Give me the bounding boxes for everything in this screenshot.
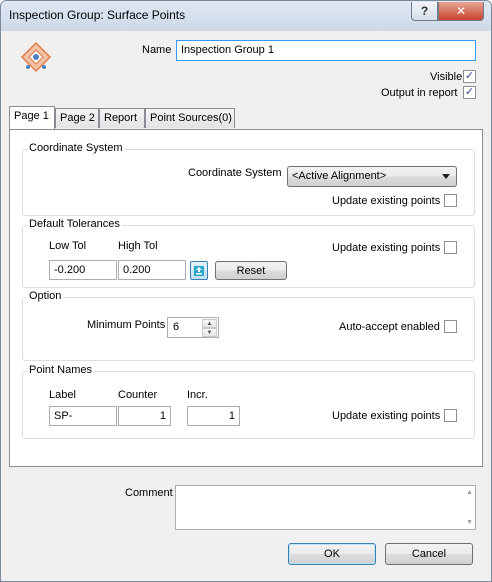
spin-down-button[interactable]: ▼ <box>202 328 217 337</box>
chevron-down-icon: ▼ <box>206 329 213 336</box>
output-in-report-label: Output in report <box>381 87 458 99</box>
option-group: Option Minimum Points 6 ▲ ▼ Auto-accept … <box>22 290 475 361</box>
high-tol-field[interactable]: 0.200 <box>118 260 186 280</box>
coordinate-system-group-title: Coordinate System <box>27 142 125 154</box>
low-tol-field[interactable]: -0.200 <box>49 260 117 280</box>
reset-button[interactable]: Reset <box>215 261 287 280</box>
pn-update-existing-checkbox[interactable] <box>444 409 457 422</box>
tab-page-1[interactable]: Page 1 <box>9 106 55 129</box>
comment-field[interactable]: ▲ ▼ <box>175 485 476 530</box>
comment-label: Comment <box>125 487 173 499</box>
close-icon: ✕ <box>455 4 467 18</box>
tab-label: Page 2 <box>60 112 95 124</box>
scroll-up-icon[interactable]: ▲ <box>466 489 473 496</box>
label-prefix-field[interactable]: SP- <box>49 406 117 426</box>
checkmark-icon: ✓ <box>464 86 475 98</box>
tolerance-swap-button[interactable] <box>190 261 208 280</box>
dialog-client: Name Inspection Group 1 Visible ✓ Output… <box>8 31 485 576</box>
auto-accept-label: Auto-accept enabled <box>339 321 440 333</box>
coordinate-system-label: Coordinate System <box>188 167 282 179</box>
minimum-points-label: Minimum Points <box>87 319 166 331</box>
ok-label: OK <box>324 548 340 560</box>
tab-label: Page 1 <box>14 110 49 122</box>
visible-checkbox[interactable]: ✓ <box>463 70 476 83</box>
default-tolerances-group: Default Tolerances Low Tol High Tol -0.2… <box>22 218 475 288</box>
minimum-points-value: 6 <box>173 321 180 333</box>
output-in-report-checkbox[interactable]: ✓ <box>463 86 476 99</box>
point-names-group-title: Point Names <box>27 364 94 376</box>
cancel-label: Cancel <box>411 548 447 560</box>
tab-page-2[interactable]: Page 2 <box>55 108 99 128</box>
high-tol-label: High Tol <box>118 240 158 252</box>
tab-report[interactable]: Report <box>99 108 145 128</box>
cs-update-existing-label: Update existing points <box>332 195 441 207</box>
help-icon: ? <box>420 4 429 18</box>
tol-update-existing-label: Update existing points <box>332 242 441 254</box>
reset-label: Reset <box>236 264 266 277</box>
cs-update-existing-checkbox[interactable] <box>444 194 457 207</box>
scroll-down-icon[interactable]: ▼ <box>466 519 473 526</box>
tolerance-swap-icon <box>194 265 204 276</box>
visible-label: Visible <box>430 71 463 83</box>
tab-label: Report <box>104 112 138 124</box>
chevron-up-icon: ▲ <box>206 320 213 327</box>
inspection-group-icon <box>20 41 52 73</box>
counter-field[interactable]: 1 <box>118 406 171 426</box>
tab-panel-page-1: Coordinate System Coordinate System <Act… <box>9 129 483 467</box>
close-button[interactable]: ✕ <box>438 2 484 21</box>
tol-update-existing-checkbox[interactable] <box>444 241 457 254</box>
name-field[interactable]: Inspection Group 1 <box>176 40 476 61</box>
tab-label: Point Sources(0) <box>150 112 232 124</box>
title-bar[interactable]: Inspection Group: Surface Points ? ✕ <box>1 1 491 31</box>
pn-update-existing-label: Update existing points <box>332 410 441 422</box>
auto-accept-checkbox[interactable] <box>444 320 457 333</box>
chevron-down-icon <box>442 171 450 183</box>
low-tol-label: Low Tol <box>49 240 87 252</box>
coordinate-system-value: <Active Alignment> <box>292 170 387 182</box>
point-names-group: Point Names Label Counter Incr. SP- 1 1 … <box>22 364 475 439</box>
dialog-window: Inspection Group: Surface Points ? ✕ Nam… <box>0 0 492 582</box>
incr-field[interactable]: 1 <box>187 406 240 426</box>
option-group-title: Option <box>27 290 64 302</box>
counter-header: Counter <box>118 389 158 401</box>
checkmark-icon: ✓ <box>464 70 475 82</box>
ok-button[interactable]: OK <box>288 543 376 565</box>
coordinate-system-dropdown[interactable]: <Active Alignment> <box>287 166 457 187</box>
incr-header: Incr. <box>187 389 208 401</box>
tab-point-sources[interactable]: Point Sources(0) <box>145 108 235 128</box>
coordinate-system-group: Coordinate System Coordinate System <Act… <box>22 142 475 216</box>
default-tolerances-group-title: Default Tolerances <box>27 218 122 230</box>
name-label: Name <box>142 44 172 56</box>
minimum-points-stepper[interactable]: 6 ▲ ▼ <box>167 317 219 338</box>
cancel-button[interactable]: Cancel <box>385 543 473 565</box>
label-header: Label <box>49 389 76 401</box>
spin-up-button[interactable]: ▲ <box>202 319 217 328</box>
window-title: Inspection Group: Surface Points <box>9 8 186 22</box>
help-button[interactable]: ? <box>411 2 438 21</box>
